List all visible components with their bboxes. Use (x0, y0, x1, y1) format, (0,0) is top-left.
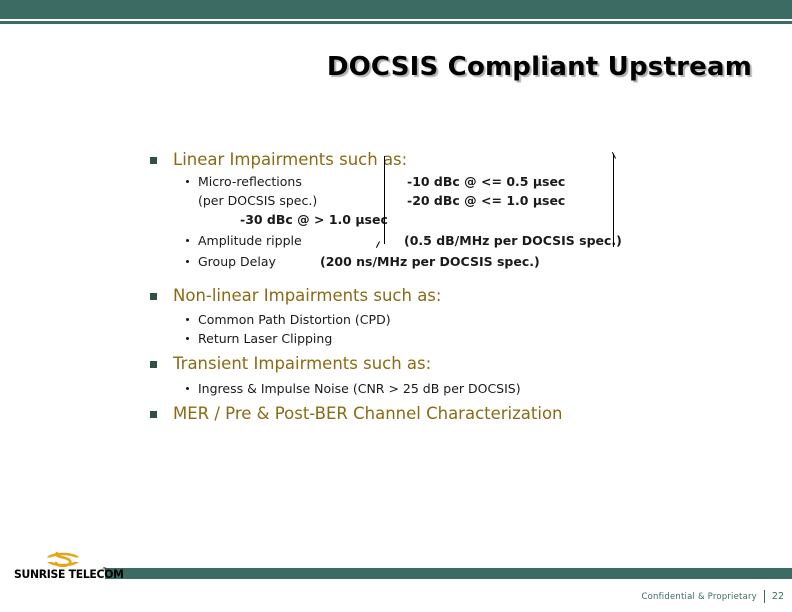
subbullet-amplitude-ripple-label: Amplitude ripple (198, 233, 302, 248)
subbullet-return-laser-clipping-label: Return Laser Clipping (198, 331, 333, 346)
round-bullet-icon (186, 337, 189, 340)
round-bullet-icon (186, 180, 189, 183)
page-number: 22 (771, 591, 784, 602)
subbullet-common-path-distortion: Common Path Distortion (CPD) (186, 311, 391, 328)
bullet-transient-impairments: Transient Impairments such as: (150, 354, 431, 374)
spec-micro-reflections-10dbc: -10 dBc @ <= 0.5 µsec (407, 174, 566, 189)
footer-accent-bar (105, 568, 792, 579)
slide-title: DOCSIS Compliant Upstream (326, 52, 752, 82)
header-accent-bar-thin (0, 21, 792, 24)
square-bullet-icon (150, 293, 157, 300)
bullet-transient-impairments-label: Transient Impairments such as: (173, 354, 432, 373)
square-bullet-icon (150, 411, 157, 418)
bullet-linear-impairments: Linear Impairments such as: (150, 150, 407, 170)
bullet-mer-ber-characterization: MER / Pre & Post-BER Channel Characteriz… (150, 404, 563, 424)
spec-group-delay: (200 ns/MHz per DOCSIS spec.) (320, 254, 540, 269)
square-bullet-icon (150, 361, 157, 368)
square-bullet-icon (150, 157, 157, 164)
logo-registered-mark: ® (102, 567, 107, 573)
subbullet-common-path-distortion-label: Common Path Distortion (CPD) (198, 312, 391, 327)
subbullet-amplitude-ripple: Amplitude ripple (186, 232, 302, 249)
confidentiality-notice: Confidential & Proprietary (641, 591, 757, 602)
bullet-nonlinear-impairments-label: Non-linear Impairments such as: (173, 286, 442, 305)
brace-left-stem (384, 156, 385, 244)
bullet-linear-impairments-label: Linear Impairments such as: (173, 150, 408, 169)
brace-right (605, 148, 624, 253)
subbullet-ingress-impulse-noise: Ingress & Impulse Noise (CNR > 25 dB per… (186, 380, 521, 397)
note-per-docsis-spec: (per DOCSIS spec.) (198, 193, 318, 208)
subbullet-group-delay-label: Group Delay (198, 254, 276, 269)
logo-wordmark: SUNRISE TELECOM (14, 567, 124, 581)
sunrise-swoosh-icon (46, 552, 80, 567)
brace-right-hook (611, 148, 624, 159)
bullet-nonlinear-impairments: Non-linear Impairments such as: (150, 286, 441, 306)
brace-right-stem (613, 154, 614, 247)
round-bullet-icon (186, 387, 189, 390)
subbullet-return-laser-clipping: Return Laser Clipping (186, 330, 332, 347)
bullet-mer-ber-characterization-label: MER / Pre & Post-BER Channel Characteriz… (173, 404, 563, 423)
spec-amplitude-ripple: (0.5 dB/MHz per DOCSIS spec.) (404, 233, 622, 248)
round-bullet-icon (186, 239, 189, 242)
slide-body: Linear Impairments such as: Micro-reflec… (0, 140, 792, 460)
round-bullet-icon (186, 318, 189, 321)
subbullet-group-delay: Group Delay (186, 253, 276, 270)
footer-right-group: Confidential & Proprietary 22 (641, 590, 784, 603)
brace-left (375, 152, 394, 252)
subbullet-ingress-impulse-noise-label: Ingress & Impulse Noise (CNR > 25 dB per… (198, 381, 521, 396)
footer-divider (763, 590, 765, 603)
round-bullet-icon (186, 260, 189, 263)
brace-left-hook (375, 241, 388, 252)
company-logo: SUNRISE TELECOM ® (14, 552, 124, 582)
subbullet-micro-reflections: Micro-reflections (186, 173, 302, 190)
spec-micro-reflections-20dbc: -20 dBc @ <= 1.0 µsec (407, 193, 566, 208)
header-accent-bar-thick (0, 0, 792, 19)
subbullet-micro-reflections-label: Micro-reflections (198, 174, 302, 189)
spec-micro-reflections-30dbc: -30 dBc @ > 1.0 µsec (240, 212, 388, 227)
